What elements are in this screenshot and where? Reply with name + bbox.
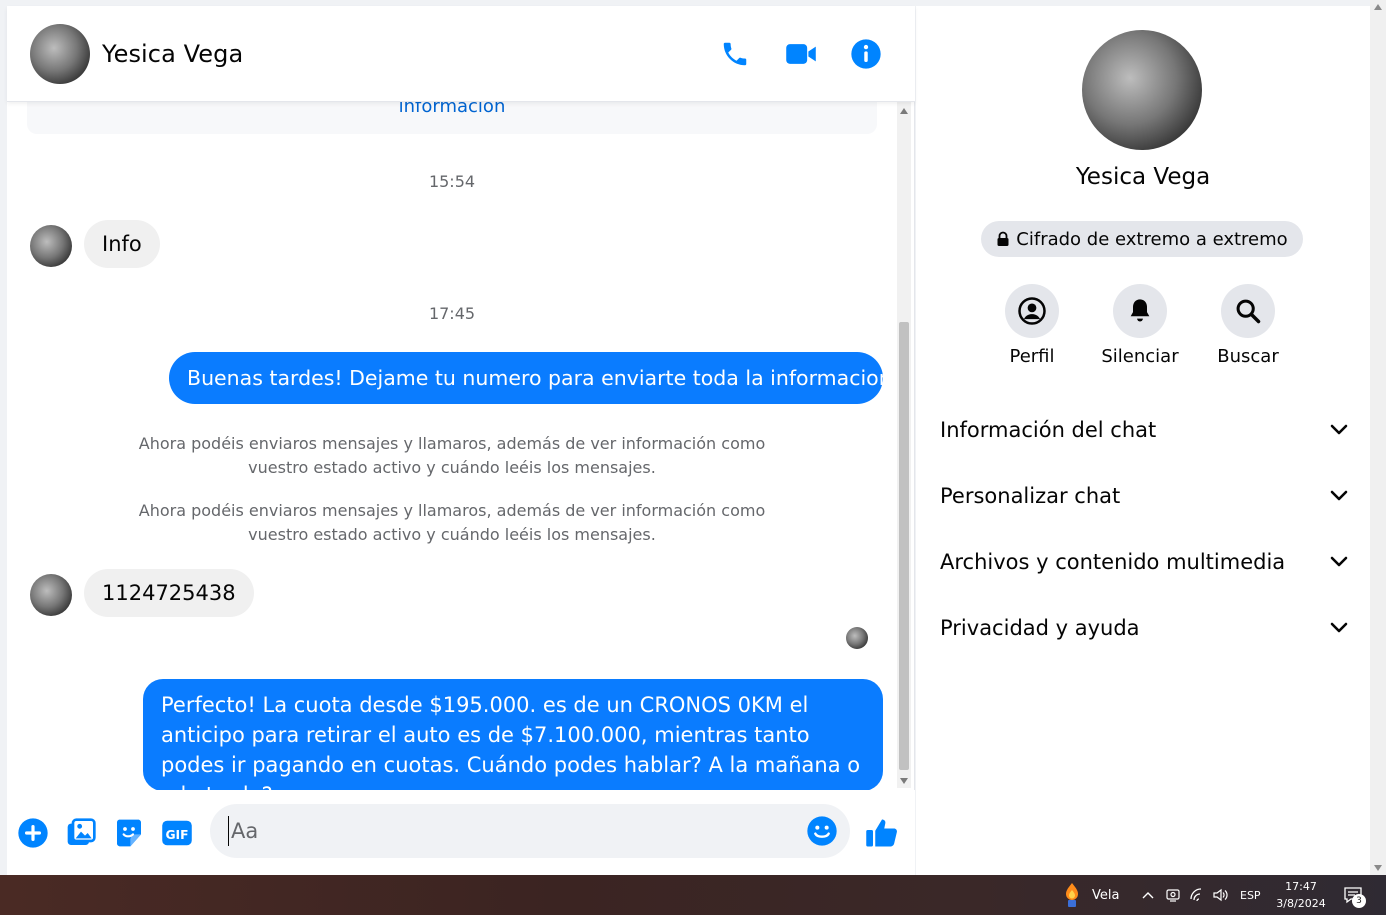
smiley-icon <box>807 816 837 846</box>
phone-icon <box>723 42 747 66</box>
contact-name[interactable]: Yesica Vega <box>102 40 243 68</box>
system-note: Ahora podéis enviaros mensajes y llamaro… <box>138 501 766 544</box>
meet-now-button[interactable] <box>1165 875 1181 915</box>
section-label: Información del chat <box>940 418 1157 442</box>
speaker-icon <box>1213 888 1228 902</box>
search-action-circle[interactable] <box>1221 284 1275 338</box>
system-note: Ahora podéis enviaros mensajes y llamaro… <box>138 434 766 477</box>
scroll-down-arrow-icon[interactable] <box>900 778 908 784</box>
clock-date: 3/8/2024 <box>1276 897 1326 910</box>
page-scrollbar[interactable] <box>1370 0 1386 875</box>
encryption-badge-label: Cifrado de extremo a extremo <box>1016 228 1288 250</box>
info-icon <box>851 39 881 69</box>
mute-action-label: Silenciar <box>1101 346 1179 367</box>
outgoing-message[interactable]: Perfecto! La cuota desde $195.000. es de… <box>143 679 883 790</box>
chevron-down-icon <box>1330 490 1348 501</box>
webcam-icon <box>1166 889 1180 902</box>
gif-label: GIF <box>165 828 188 842</box>
incoming-message[interactable]: 1124725438 <box>84 569 254 617</box>
profile-icon <box>1018 297 1046 325</box>
thumbs-up-icon <box>866 819 897 847</box>
incoming-message[interactable]: Info <box>84 220 160 268</box>
volume-button[interactable] <box>1212 875 1230 915</box>
mute-action[interactable]: Silenciar <box>1085 284 1195 367</box>
conversation-info-button[interactable] <box>848 36 884 72</box>
attach-photo-button[interactable] <box>64 816 98 850</box>
emoji-button[interactable] <box>806 815 838 847</box>
profile-action[interactable]: Perfil <box>977 284 1087 367</box>
notification-count-badge: 3 <box>1352 894 1366 908</box>
message-input[interactable] <box>228 816 788 846</box>
candle-flame-icon <box>1066 883 1078 907</box>
encryption-badge[interactable]: Cifrado de extremo a extremo <box>981 221 1303 257</box>
search-action-label: Buscar <box>1217 346 1279 367</box>
chevron-down-icon <box>1330 622 1348 633</box>
chat-scrollbar[interactable] <box>897 102 911 788</box>
video-call-button[interactable] <box>783 36 819 72</box>
like-button[interactable] <box>863 814 901 852</box>
chevron-down-icon <box>1330 556 1348 567</box>
image-icon <box>67 818 96 845</box>
timestamp: 17:45 <box>428 304 476 323</box>
section-label: Personalizar chat <box>940 484 1121 508</box>
chat-header: Yesica Vega <box>7 6 915 102</box>
section-privacy-help[interactable]: Privacidad y ayuda <box>940 600 1348 656</box>
timestamp: 15:54 <box>428 172 476 191</box>
network-button[interactable] <box>1189 875 1207 915</box>
sticker-button[interactable] <box>112 816 146 850</box>
chat-panel: Yesica Vega información 15:54 Info 17:45… <box>7 6 915 875</box>
info-card: información <box>27 102 877 134</box>
message-input-wrapper[interactable] <box>210 804 850 858</box>
clock-time: 17:47 <box>1285 880 1317 893</box>
conversation-info-panel: Yesica Vega Cifrado de extremo a extremo… <box>916 6 1370 875</box>
info-card-link[interactable]: información <box>27 102 877 117</box>
info-avatar[interactable] <box>1082 30 1202 150</box>
lock-icon <box>997 231 1009 246</box>
windows-taskbar: Vela ESP 17:47 3/8/2024 3 <box>0 875 1386 915</box>
scroll-thumb[interactable] <box>899 322 909 770</box>
search-icon <box>1236 299 1261 324</box>
message-avatar[interactable] <box>30 225 72 267</box>
page-scroll-up-icon[interactable] <box>1374 4 1382 10</box>
more-actions-button[interactable] <box>16 816 50 850</box>
section-files-media[interactable]: Archivos y contenido multimedia <box>940 534 1348 590</box>
message-avatar[interactable] <box>30 574 72 616</box>
sticker-icon <box>117 819 141 847</box>
section-label: Archivos y contenido multimedia <box>940 550 1286 574</box>
show-hidden-icons-button[interactable] <box>1141 875 1155 915</box>
weather-widget[interactable]: Vela <box>1062 875 1119 915</box>
gif-icon: GIF <box>162 820 192 846</box>
read-receipt-avatar <box>846 627 868 649</box>
voice-call-button[interactable] <box>717 36 753 72</box>
section-label: Privacidad y ayuda <box>940 616 1140 640</box>
section-chat-info[interactable]: Información del chat <box>940 402 1348 458</box>
video-camera-icon <box>786 44 816 64</box>
language-indicator[interactable]: ESP <box>1240 875 1261 915</box>
search-action[interactable]: Buscar <box>1193 284 1303 367</box>
scroll-up-arrow-icon[interactable] <box>900 108 908 114</box>
profile-action-label: Perfil <box>1009 346 1055 367</box>
page-scroll-down-icon[interactable] <box>1374 865 1382 871</box>
chevron-down-icon <box>1330 424 1348 435</box>
info-contact-name: Yesica Vega <box>1075 164 1211 190</box>
mute-action-circle[interactable] <box>1113 284 1167 338</box>
chevron-up-icon <box>1142 892 1154 899</box>
message-composer: GIF <box>7 790 915 875</box>
outgoing-message[interactable]: Buenas tardes! Dejame tu numero para env… <box>169 352 897 404</box>
clock[interactable]: 17:47 3/8/2024 <box>1270 878 1332 912</box>
bell-icon <box>1130 299 1150 322</box>
wifi-icon <box>1190 888 1202 902</box>
gif-button[interactable]: GIF <box>160 816 194 850</box>
message-list: información 15:54 Info 17:45 Buenas tard… <box>7 102 897 790</box>
plus-circle-icon <box>18 818 48 848</box>
weather-label: Vela <box>1092 887 1120 903</box>
profile-action-circle[interactable] <box>1005 284 1059 338</box>
contact-avatar[interactable] <box>30 24 90 84</box>
section-customize-chat[interactable]: Personalizar chat <box>940 468 1348 524</box>
